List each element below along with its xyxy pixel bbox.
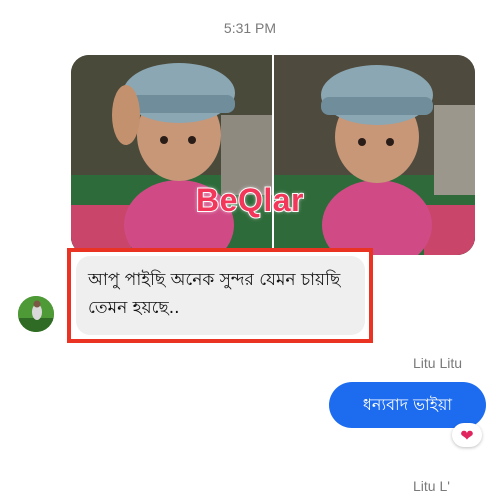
- baby-photo-image: [71, 55, 272, 255]
- baby-photo-image: [274, 55, 475, 255]
- heart-reaction-badge[interactable]: ❤: [452, 423, 482, 447]
- photo-attachment-right[interactable]: [274, 55, 475, 255]
- outgoing-message-bubble[interactable]: ধন্যবাদ ভাইয়া: [329, 382, 486, 428]
- photo-attachment-left[interactable]: [71, 55, 272, 255]
- avatar-image: [18, 296, 54, 332]
- sender-avatar[interactable]: [18, 296, 54, 332]
- sender-name-label: Litu Litu: [413, 355, 463, 371]
- message-timestamp: 5:31 PM: [223, 20, 277, 36]
- sender-name-label-cutoff: Litu L': [413, 478, 450, 494]
- heart-icon: ❤: [460, 425, 474, 445]
- incoming-message-bubble[interactable]: আপু পাইছি অনেক সুন্দর যেমন চায়ছি তেমন হ…: [76, 256, 365, 335]
- watermark-text: BeQlar: [195, 181, 304, 219]
